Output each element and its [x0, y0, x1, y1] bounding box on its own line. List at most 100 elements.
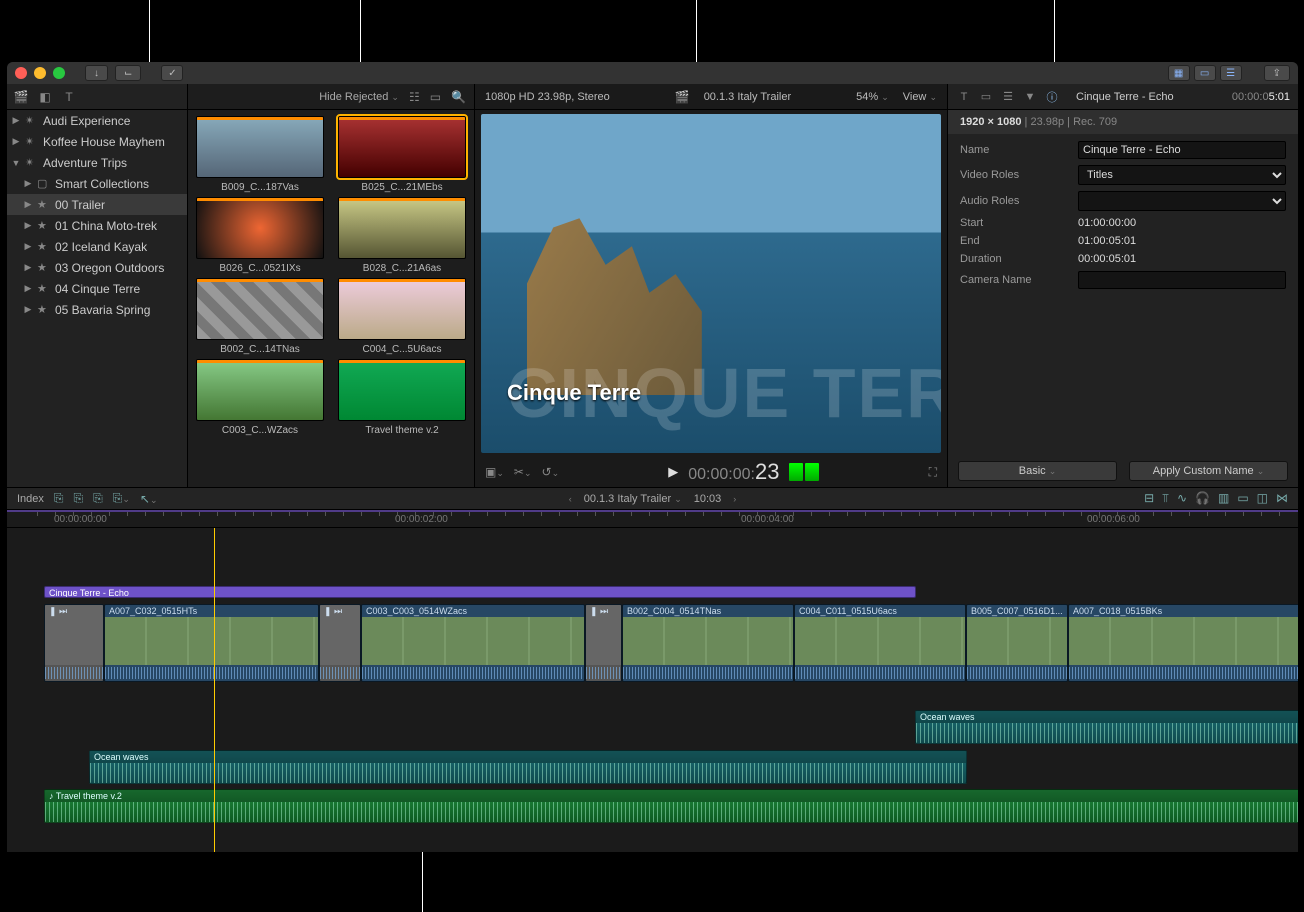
clip-appearance-icon[interactable]: ☷	[409, 90, 420, 104]
library-item[interactable]: ▶✴Koffee House Mayhem	[7, 131, 187, 152]
import-button[interactable]: ↓	[85, 65, 108, 81]
window-close-button[interactable]	[15, 67, 27, 79]
browser-toggle-button[interactable]: ▦	[1168, 65, 1190, 81]
video-clip[interactable]: ❚ ⏭	[585, 604, 622, 682]
zoom-menu[interactable]: 54% ⌄	[856, 91, 889, 103]
browser-clip[interactable]: B009_C...187Vas	[196, 116, 324, 193]
timeline: Index ⎘ ⎘ ⎘ ⎘⌄ ↖⌄ ‹ 00.1.3 Italy Trailer…	[7, 488, 1298, 852]
titles-tab-icon[interactable]: T	[61, 89, 77, 105]
timeline-project-name[interactable]: 00.1.3 Italy Trailer ⌄	[584, 493, 682, 505]
background-tasks-button[interactable]: ✓	[161, 65, 183, 81]
snapping-icon[interactable]: 🎧	[1195, 491, 1210, 506]
connect-clip-icon[interactable]: ⎘	[54, 491, 64, 506]
search-icon[interactable]: 🔍	[451, 90, 466, 104]
share-button[interactable]: ⇪	[1264, 65, 1290, 81]
photos-tab-icon[interactable]: ◧	[37, 89, 53, 105]
fullscreen-icon[interactable]: ⛶	[929, 465, 937, 480]
index-button[interactable]: Index	[17, 493, 44, 505]
video-clip[interactable]: B002_C004_0514TNas	[622, 604, 794, 682]
timecode-display[interactable]: 00:00:00:23	[688, 459, 779, 485]
video-roles-select[interactable]: Titles	[1078, 165, 1286, 185]
group-by-icon[interactable]: ▭	[430, 90, 441, 104]
transition-inspector-icon[interactable]: ▼	[1022, 89, 1038, 105]
audio-clip[interactable]: Ocean waves	[915, 710, 1298, 744]
keyword-button[interactable]: ⌙	[115, 65, 141, 81]
video-clip[interactable]: C004_C011_0515U6acs	[794, 604, 966, 682]
video-clip[interactable]: B005_C007_0516D1...	[966, 604, 1068, 682]
browser-clip[interactable]: B025_C...21MEbs	[338, 116, 466, 193]
timeline-tracks[interactable]: Cinque Terre - Echo ❚ ⏭ A007_C032_0515HTs…	[7, 528, 1298, 852]
browser-clip[interactable]: B028_C...21A6as	[338, 197, 466, 274]
camera-input[interactable]	[1078, 271, 1286, 289]
audio-clip[interactable]: ♪ Travel theme v.2	[44, 789, 1298, 823]
transform-menu-icon[interactable]: ▣⌄	[485, 465, 504, 479]
filter-menu[interactable]: Hide Rejected ⌄	[319, 91, 399, 103]
text-inspector-icon[interactable]: T	[956, 89, 972, 105]
event-item[interactable]: ▶★01 China Moto-trek	[7, 215, 187, 236]
video-inspector-icon[interactable]: ▭	[978, 89, 994, 105]
apply-custom-name-menu[interactable]: Apply Custom Name ⌄	[1129, 461, 1288, 481]
event-item[interactable]: ▶★05 Bavaria Spring	[7, 299, 187, 320]
workspace-buttons: ▦ ▭ ☰	[1168, 65, 1242, 81]
audio-skimming-icon[interactable]: ⫪	[1162, 491, 1169, 506]
browser-clip[interactable]: Travel theme v.2	[338, 359, 466, 436]
info-inspector-icon[interactable]: ⓘ	[1044, 89, 1060, 105]
browser-clip[interactable]: B002_C...14TNas	[196, 278, 324, 355]
history-back-button[interactable]: ‹	[569, 494, 572, 504]
tool-select-icon[interactable]: ↖⌄	[140, 492, 158, 506]
play-button[interactable]: ▶	[668, 464, 678, 480]
timeline-ruler[interactable]: 00:00:00:0000:00:02:0000:00:04:0000:00:0…	[7, 510, 1298, 528]
effects-browser-icon[interactable]: ◫	[1257, 491, 1268, 506]
audio-roles-select[interactable]	[1078, 191, 1286, 211]
generator-inspector-icon[interactable]: ☰	[1000, 89, 1016, 105]
transitions-browser-icon[interactable]: ⋈	[1276, 491, 1288, 506]
event-item[interactable]: ▶▢Smart Collections	[7, 173, 187, 194]
browser-clip[interactable]: C004_C...5U6acs	[338, 278, 466, 355]
inspector-toggle-button[interactable]: ☰	[1220, 65, 1242, 81]
overwrite-clip-icon[interactable]: ⎘⌄	[113, 491, 130, 506]
end-label: End	[960, 235, 1070, 247]
color-menu-icon[interactable]: ✂⌄	[514, 465, 532, 479]
library-list: ▶✴Audi Experience▶✴Koffee House Mayhem▼✴…	[7, 110, 187, 320]
skimming-icon[interactable]: ⊟	[1144, 491, 1154, 506]
video-clip[interactable]: A007_C032_0515HTs	[104, 604, 319, 682]
browser-clip[interactable]: B026_C...0521IXs	[196, 197, 324, 274]
timeline-duration: 10:03	[694, 493, 722, 505]
clip-grid[interactable]: B009_C...187VasB025_C...21MEbsB026_C...0…	[188, 110, 474, 487]
library-item[interactable]: ▼✴Adventure Trips	[7, 152, 187, 173]
append-clip-icon[interactable]: ⎘	[93, 491, 103, 506]
insert-clip-icon[interactable]: ⎘	[74, 491, 84, 506]
event-item[interactable]: ▶★04 Cinque Terre	[7, 278, 187, 299]
solo-icon[interactable]: ∿	[1177, 491, 1187, 506]
event-item[interactable]: ▶★02 Iceland Kayak	[7, 236, 187, 257]
video-clip[interactable]: A007_C018_0515BKs	[1068, 604, 1298, 682]
title-clip[interactable]: Cinque Terre - Echo	[44, 586, 916, 598]
inspector-format-header: 1920 × 1080 | 23.98p | Rec. 709	[948, 110, 1298, 134]
library-tab-icon[interactable]: 🎬	[13, 89, 29, 105]
video-clip[interactable]: ❚ ⏭	[44, 604, 104, 682]
view-menu[interactable]: View ⌄	[903, 91, 937, 103]
browser-toolbar: Hide Rejected ⌄ ☷ ▭ 🔍	[188, 84, 474, 110]
library-item[interactable]: ▶✴Audi Experience	[7, 110, 187, 131]
libraries-sidebar: 🎬 ◧ T ▶✴Audi Experience▶✴Koffee House Ma…	[7, 84, 188, 487]
event-item[interactable]: ▶★00 Trailer	[7, 194, 187, 215]
project-name[interactable]: 00.1.3 Italy Trailer	[704, 91, 791, 103]
event-item[interactable]: ▶★03 Oregon Outdoors	[7, 257, 187, 278]
name-field-input[interactable]	[1078, 141, 1286, 159]
clip-appearance-timeline-icon[interactable]: ▭	[1237, 491, 1248, 506]
audio-clip[interactable]: Ocean waves	[89, 750, 967, 784]
browser-clip[interactable]: C003_C...WZacs	[196, 359, 324, 436]
window-minimize-button[interactable]	[34, 67, 46, 79]
lane-icon[interactable]: ▥	[1218, 491, 1229, 506]
inspector-footer: Basic ⌄ Apply Custom Name ⌄	[948, 455, 1298, 487]
metadata-view-menu[interactable]: Basic ⌄	[958, 461, 1117, 481]
retime-menu-icon[interactable]: ↺⌄	[542, 465, 560, 479]
window-zoom-button[interactable]	[53, 67, 65, 79]
viewer-canvas[interactable]: CINQUE TERRE Cinque Terre	[481, 114, 941, 453]
playhead[interactable]	[214, 528, 215, 852]
timeline-toggle-button[interactable]: ▭	[1194, 65, 1216, 81]
video-clip[interactable]: C003_C003_0514WZacs	[361, 604, 585, 682]
history-fwd-button[interactable]: ›	[733, 494, 736, 504]
viewer: 1080p HD 23.98p, Stereo 🎬 00.1.3 Italy T…	[475, 84, 947, 487]
video-clip[interactable]: ❚ ⏭	[319, 604, 361, 682]
